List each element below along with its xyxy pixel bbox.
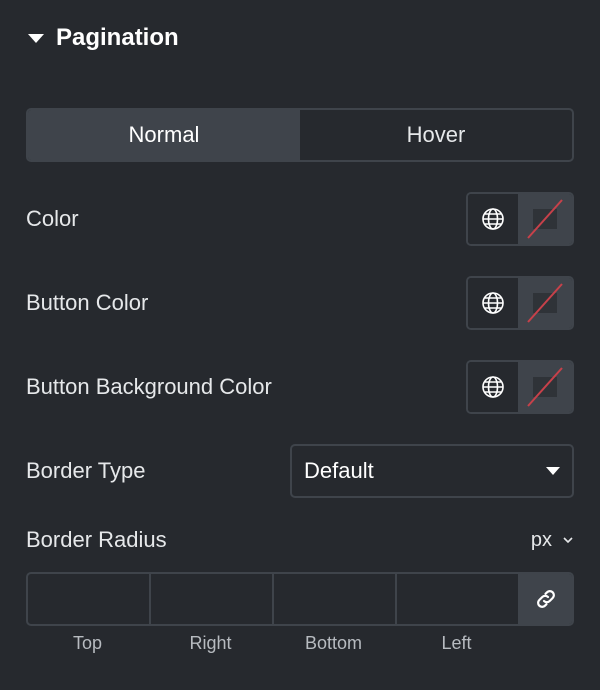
caret-down-icon: [28, 33, 44, 43]
tab-normal-label: Normal: [128, 122, 200, 147]
button-background-color-global-button[interactable]: [468, 362, 518, 412]
caret-down-icon: [546, 467, 560, 475]
empty-color-icon: [527, 367, 563, 407]
border-type-select[interactable]: Default: [290, 444, 574, 498]
button-background-color-label: Button Background Color: [26, 374, 272, 399]
button-background-color-row: Button Background Color: [26, 360, 574, 414]
unit-value: px: [530, 528, 552, 551]
globe-icon: [482, 292, 504, 314]
tab-hover[interactable]: Hover: [300, 110, 572, 160]
empty-color-icon: [527, 283, 563, 323]
side-label-bottom: Bottom: [304, 633, 363, 653]
button-background-color-control: [466, 360, 574, 414]
color-global-button[interactable]: [468, 194, 518, 244]
globe-icon: [482, 376, 504, 398]
border-radius-row: Border Radius px: [26, 526, 574, 554]
border-type-row: Border Type Default: [26, 444, 574, 498]
button-background-color-swatch[interactable]: [518, 362, 572, 412]
state-tabs: Normal Hover: [26, 108, 574, 162]
section-title: Pagination: [56, 24, 179, 51]
color-swatch[interactable]: [518, 194, 572, 244]
border-type-label: Border Type: [26, 458, 146, 483]
color-label: Color: [26, 206, 79, 231]
globe-icon: [482, 208, 504, 230]
border-type-value: Default: [304, 458, 374, 483]
button-color-global-button[interactable]: [468, 278, 518, 328]
border-radius-label: Border Radius: [26, 527, 167, 552]
section-header-pagination[interactable]: Pagination: [28, 24, 179, 52]
side-label-left: Left: [441, 633, 472, 653]
button-color-label: Button Color: [26, 290, 149, 315]
button-color-swatch[interactable]: [518, 278, 572, 328]
unit-selector[interactable]: px: [531, 529, 574, 552]
color-control: [466, 192, 574, 246]
button-color-control: [466, 276, 574, 330]
radius-right-input[interactable]: [151, 574, 274, 624]
color-row: Color: [26, 192, 574, 246]
radius-bottom-input[interactable]: [274, 574, 397, 624]
button-color-row: Button Color: [26, 276, 574, 330]
radius-left-input[interactable]: [397, 574, 520, 624]
empty-color-icon: [527, 199, 563, 239]
tab-normal[interactable]: Normal: [28, 110, 300, 160]
link-icon: [537, 590, 555, 608]
radius-top-input[interactable]: [28, 574, 151, 624]
tab-hover-label: Hover: [406, 122, 466, 147]
chevron-down-icon: [563, 537, 573, 544]
border-radius-side-labels: Top Right Bottom Left: [26, 633, 518, 654]
side-label-top: Top: [72, 633, 103, 653]
link-values-button[interactable]: [520, 574, 572, 624]
side-label-right: Right: [189, 633, 232, 653]
border-radius-inputs: [26, 572, 574, 626]
